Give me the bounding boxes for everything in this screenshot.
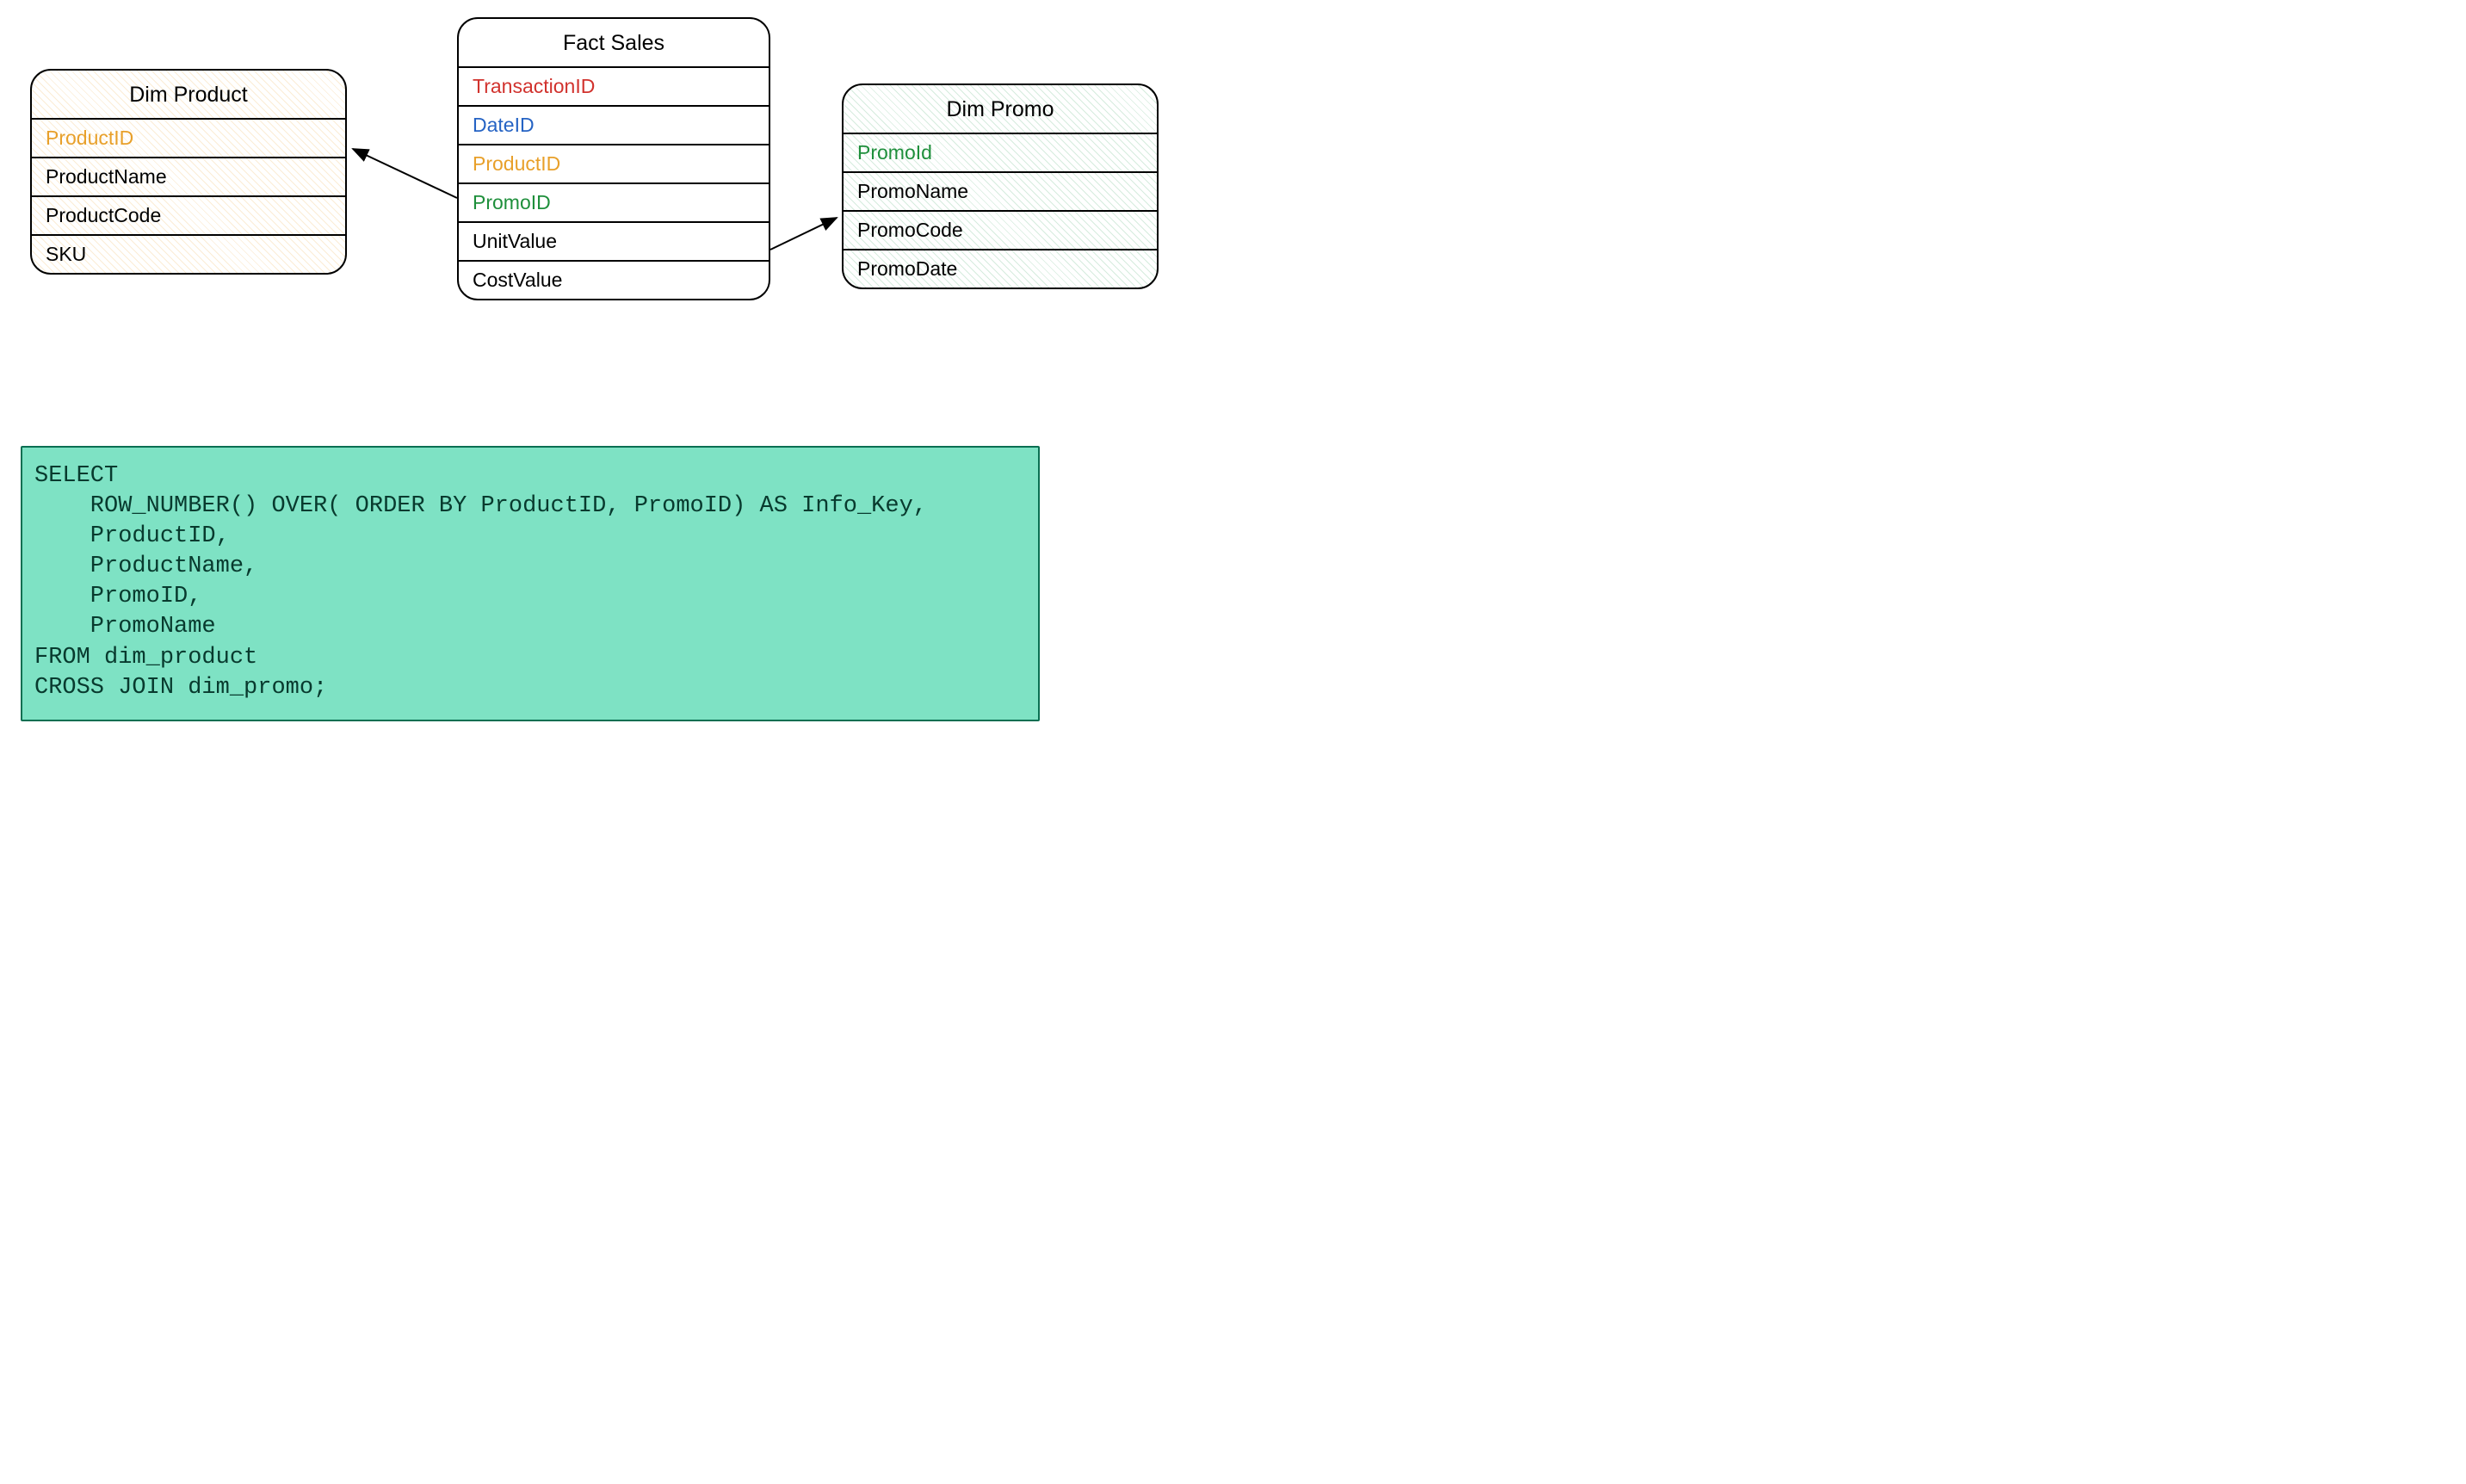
table-title: Fact Sales (459, 19, 769, 68)
table-title: Dim Product (32, 71, 345, 120)
table-dim-promo: Dim Promo PromoId PromoName PromoCode Pr… (842, 83, 1159, 289)
arrow-product (353, 149, 457, 198)
column: UnitValue (459, 223, 769, 262)
column: DateID (459, 107, 769, 145)
diagram-canvas: Dim Product ProductID ProductName Produc… (0, 0, 1265, 761)
table-fact-sales: Fact Sales TransactionID DateID ProductI… (457, 17, 770, 300)
column: ProductName (32, 158, 345, 197)
column: PromoCode (844, 212, 1157, 250)
column: SKU (32, 236, 345, 273)
column: PromoName (844, 173, 1157, 212)
column: PromoDate (844, 250, 1157, 288)
arrow-promo (770, 218, 837, 250)
column: ProductID (32, 120, 345, 158)
sql-code-block: SELECT ROW_NUMBER() OVER( ORDER BY Produ… (21, 446, 1040, 721)
table-title: Dim Promo (844, 85, 1157, 134)
column: ProductCode (32, 197, 345, 236)
column: PromoId (844, 134, 1157, 173)
sql-code: SELECT ROW_NUMBER() OVER( ORDER BY Produ… (34, 461, 1026, 703)
column: ProductID (459, 145, 769, 184)
column: PromoID (459, 184, 769, 223)
column: TransactionID (459, 68, 769, 107)
column: CostValue (459, 262, 769, 299)
table-dim-product: Dim Product ProductID ProductName Produc… (30, 69, 347, 275)
